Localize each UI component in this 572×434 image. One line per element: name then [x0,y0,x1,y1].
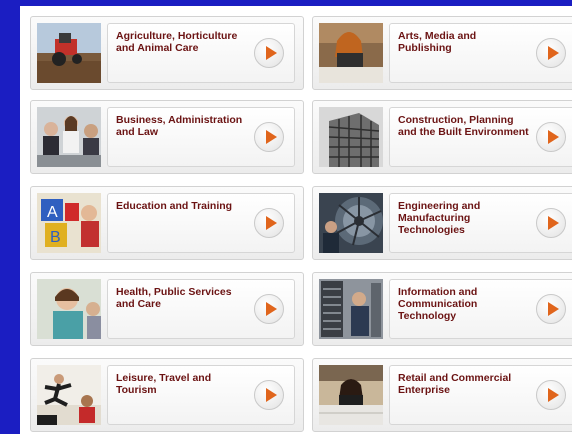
business-meeting-photo-icon [37,107,101,167]
play-icon[interactable] [536,208,566,238]
tile-label: Retail and Commercial Enterprise [398,372,512,396]
tile-label: Education and Training [116,200,233,212]
tile-label: Arts, Media and Publishing [398,30,477,54]
tile-label-box: Agriculture, Horticulture and Animal Car… [107,23,295,83]
sports-photo-icon [37,365,101,425]
tile-label: Business, Administration and Law [116,114,243,138]
play-icon[interactable] [254,380,284,410]
tile-label-box: Arts, Media and Publishing [389,23,572,83]
tile-label-box: Leisure, Travel and Tourism [107,365,295,425]
tractor-photo-icon [37,23,101,83]
tile-label-box: Information and Communication Technology [389,279,572,339]
play-icon[interactable] [254,38,284,68]
tile-label: Agriculture, Horticulture and Animal Car… [116,30,238,54]
server-room-photo-icon [319,279,383,339]
play-icon[interactable] [254,208,284,238]
category-panel: Agriculture, Horticulture and Animal Car… [20,6,572,434]
art-student-photo-icon [319,23,383,83]
building-photo-icon [319,107,383,167]
shop-counter-photo-icon [319,365,383,425]
category-tile-leisure[interactable]: Leisure, Travel and Tourism [30,358,304,432]
tile-label-box: Education and Training [107,193,295,253]
tile-label: Engineering and Manufacturing Technologi… [398,200,481,236]
tile-label-box: Health, Public Services and Care [107,279,295,339]
play-icon[interactable] [536,380,566,410]
category-tile-agriculture[interactable]: Agriculture, Horticulture and Animal Car… [30,16,304,90]
category-tile-retail[interactable]: Retail and Commercial Enterprise [312,358,572,432]
svg-text:A: A [47,204,58,221]
play-icon[interactable] [536,38,566,68]
tile-label-box: Engineering and Manufacturing Technologi… [389,193,572,253]
tile-label-box: Business, Administration and Law [107,107,295,167]
tile-label-box: Retail and Commercial Enterprise [389,365,572,425]
svg-text:B: B [50,229,61,246]
tile-label: Leisure, Travel and Tourism [116,372,212,396]
category-tile-education[interactable]: A B Education and Training [30,186,304,260]
tile-label: Construction, Planning and the Built Env… [398,114,529,138]
play-icon[interactable] [254,122,284,152]
category-tile-business[interactable]: Business, Administration and Law [30,100,304,174]
alphabet-blocks-photo-icon: A B [37,193,101,253]
play-icon[interactable] [254,294,284,324]
tile-label: Health, Public Services and Care [116,286,232,310]
tile-label-box: Construction, Planning and the Built Env… [389,107,572,167]
play-icon[interactable] [536,122,566,152]
category-tile-construction[interactable]: Construction, Planning and the Built Env… [312,100,572,174]
category-tile-arts[interactable]: Arts, Media and Publishing [312,16,572,90]
category-tile-health[interactable]: Health, Public Services and Care [30,272,304,346]
tile-label: Information and Communication Technology [398,286,478,322]
smiling-nurse-photo-icon [37,279,101,339]
jet-engine-photo-icon [319,193,383,253]
play-icon[interactable] [536,294,566,324]
category-tile-ict[interactable]: Information and Communication Technology [312,272,572,346]
category-tile-engineering[interactable]: Engineering and Manufacturing Technologi… [312,186,572,260]
